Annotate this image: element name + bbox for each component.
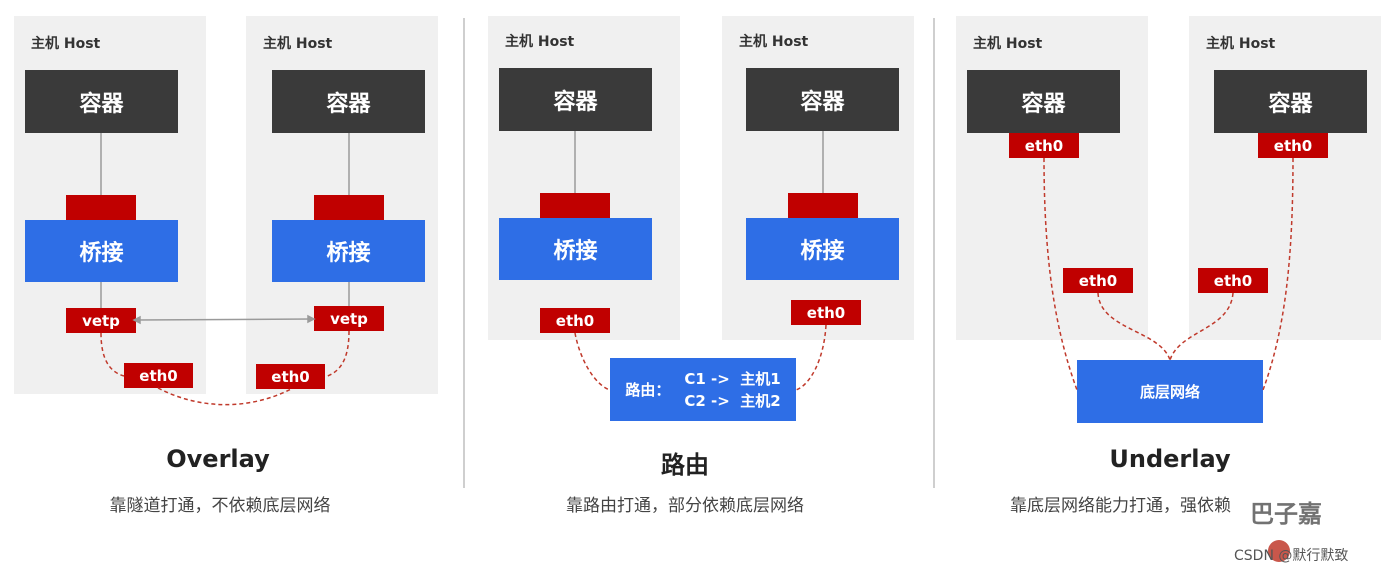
route-rule: C1 -> 主机1 — [684, 369, 781, 388]
routing-host-2 — [722, 16, 914, 340]
underlay-title: Underlay — [1109, 445, 1231, 473]
routing-container-2: 容器 — [746, 68, 899, 131]
route-rule: C2 -> 主机2 — [684, 391, 781, 410]
routing-bridge-port-1 — [540, 193, 610, 218]
routing-eth0-2: eth0 — [791, 300, 861, 325]
underlay-host-eth0-2: eth0 — [1198, 268, 1268, 293]
underlay-network: 底层网络 — [1077, 360, 1263, 423]
routing-bridge-1: 桥接 — [499, 218, 652, 280]
divider-1 — [463, 18, 465, 488]
routing-container-1: 容器 — [499, 68, 652, 131]
underlay-host-eth0-1: eth0 — [1063, 268, 1133, 293]
overlay-title: Overlay — [166, 445, 270, 473]
overlay-bridge-2: 桥接 — [272, 220, 425, 282]
underlay-container-eth0-2: eth0 — [1258, 133, 1328, 158]
overlay-eth0-1: eth0 — [124, 363, 193, 388]
underlay-container-eth0-1: eth0 — [1009, 133, 1079, 158]
routing-eth0-1: eth0 — [540, 308, 610, 333]
routing-bridge-2: 桥接 — [746, 218, 899, 280]
underlay-container-1: 容器 — [967, 70, 1120, 133]
overlay-bridge-port-1 — [66, 195, 136, 220]
overlay-container-2: 容器 — [272, 70, 425, 133]
watermark-logo: 巴子嘉 — [1250, 500, 1322, 528]
routing-bridge-port-2 — [788, 193, 858, 218]
underlay-host-1-label: 主机 Host — [973, 36, 1043, 52]
route-table: 路由： C1 -> 主机1 C2 -> 主机2 — [610, 358, 796, 421]
overlay-bridge-port-2 — [314, 195, 384, 220]
underlay-host-2-label: 主机 Host — [1206, 36, 1276, 52]
underlay-container-2: 容器 — [1214, 70, 1367, 133]
overlay-eth0-2: eth0 — [256, 364, 325, 389]
overlay-host-2-label: 主机 Host — [263, 36, 333, 52]
routing-subtitle: 靠路由打通，部分依赖底层网络 — [566, 496, 804, 516]
overlay-vetp-1: vetp — [66, 308, 136, 333]
routing-host-1 — [488, 16, 680, 340]
overlay-host-1-label: 主机 Host — [31, 36, 101, 52]
divider-2 — [933, 18, 935, 488]
routing-dash-1 — [574, 332, 611, 391]
connection-lines — [100, 131, 1294, 406]
overlay-container-1: 容器 — [25, 70, 178, 133]
routing-title: 路由 — [661, 451, 709, 479]
routing-host-2-label: 主机 Host — [739, 34, 809, 50]
overlay-subtitle: 靠隧道打通，不依赖底层网络 — [109, 496, 331, 516]
routing-host-1-label: 主机 Host — [505, 34, 575, 50]
route-table-label: 路由： — [625, 380, 671, 399]
overlay-bridge-1: 桥接 — [25, 220, 178, 282]
overlay-vetp-2: vetp — [314, 306, 384, 331]
csdn-credit: CSDN @默行默致 — [1234, 548, 1349, 564]
